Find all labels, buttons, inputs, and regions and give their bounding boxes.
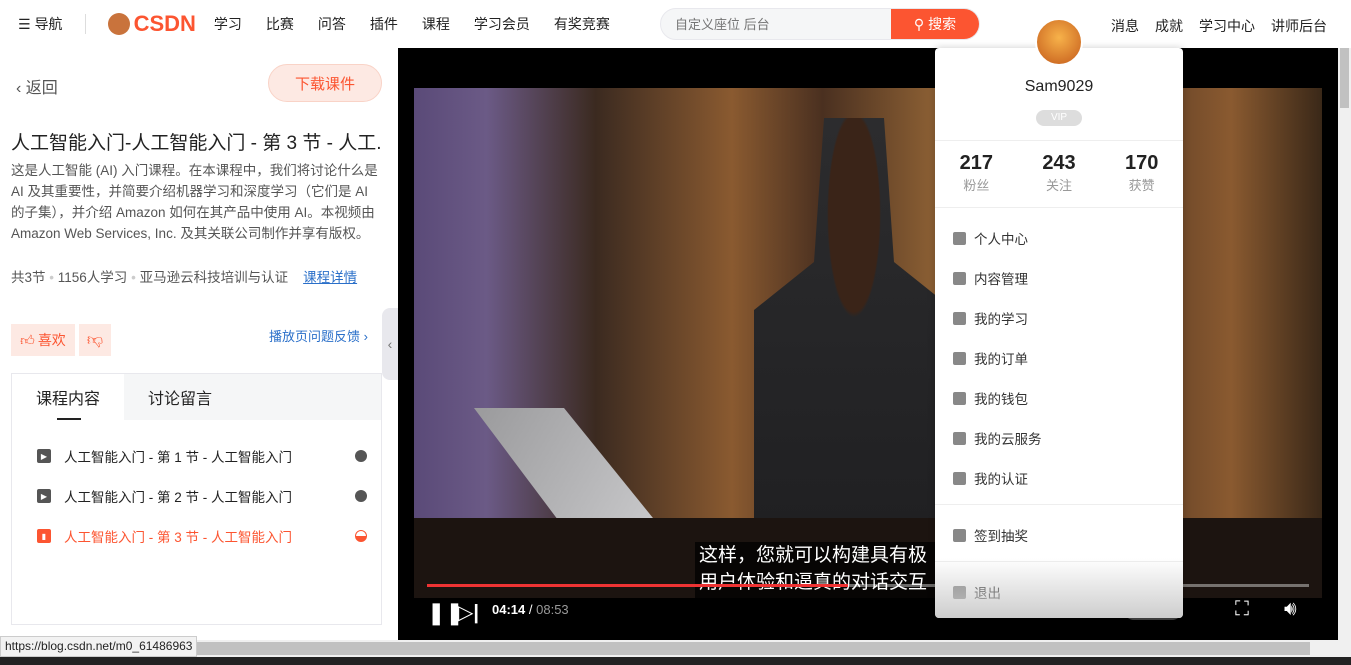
like-button[interactable]: 👍︎ 喜欢 xyxy=(11,324,75,356)
document-icon xyxy=(953,271,966,285)
lesson-item[interactable]: ▶ 人工智能入门 - 第 2 节 - 人工智能入门 xyxy=(37,486,367,506)
gift-icon xyxy=(953,528,966,542)
graduation-cap-icon xyxy=(953,311,966,325)
dropdown-fade xyxy=(935,558,1183,618)
menu-item-contest[interactable]: 比赛 xyxy=(266,14,294,34)
course-tabs: 课程内容 讨论留言 ▶ 人工智能入门 - 第 1 节 - 人工智能入门 ▶ 人工智能… xyxy=(11,373,382,625)
user-avatar[interactable] xyxy=(1035,18,1083,66)
download-materials-button[interactable]: 下载课件 xyxy=(268,64,382,102)
status-dot-icon xyxy=(355,450,367,462)
menu-item-prize[interactable]: 有奖竞赛 xyxy=(554,14,610,34)
wallet-icon xyxy=(953,391,966,405)
user-icon xyxy=(953,231,966,245)
next-icon[interactable]: ▷| xyxy=(458,600,479,625)
chevron-left-icon: ‹ xyxy=(387,336,393,352)
scrollbar-thumb[interactable] xyxy=(190,642,1310,655)
shield-icon xyxy=(953,471,966,485)
menu-profile[interactable]: 个人中心 xyxy=(953,228,1028,248)
search-input[interactable] xyxy=(661,9,881,39)
status-url: https://blog.csdn.net/m0_61486963 xyxy=(0,636,198,657)
menu-learning[interactable]: 我的学习 xyxy=(953,308,1028,328)
dislike-button[interactable]: 👎︎ xyxy=(79,324,111,356)
vip-badge: VIP xyxy=(1036,110,1082,126)
csdn-logo[interactable]: CSDN xyxy=(107,11,196,37)
search-icon: ⚲ xyxy=(913,15,925,32)
user-dropdown: Sam9029 VIP 217 粉丝 243 关注 170 获赞 个人中心 内容管理 … xyxy=(935,48,1183,618)
course-details-link[interactable]: 课程详情 xyxy=(303,270,357,285)
scrollbar-thumb[interactable] xyxy=(1340,48,1349,108)
play-icon: ▶ xyxy=(37,449,51,463)
menu-wallet[interactable]: 我的钱包 xyxy=(953,388,1028,408)
course-title: 人工智能入门-人工智能入门 - 第 3 节 - 人工... xyxy=(11,133,381,154)
instructor-link[interactable]: 讲师后台 xyxy=(1271,16,1327,36)
thumbs-down-icon: 👎︎ xyxy=(86,331,104,349)
menu-item-course[interactable]: 课程 xyxy=(422,14,450,34)
thumbs-up-icon: 👍︎ xyxy=(20,331,35,348)
playing-bars-icon: ▮ xyxy=(37,529,51,543)
player-controls: ❚❚ ▷| 04:14 / 08:53 2x ⛶ 🔊︎ xyxy=(398,598,1338,640)
play-icon: ▶ xyxy=(37,489,51,503)
course-meta: 共3节 • 1156人学习 • 亚马逊云科技培训与认证 课程详情 xyxy=(11,270,358,285)
fullscreen-icon[interactable]: ⛶ xyxy=(1235,598,1249,621)
lesson-item[interactable]: ▶ 人工智能入门 - 第 1 节 - 人工智能入门 xyxy=(37,446,367,466)
messages-link[interactable]: 消息 xyxy=(1111,16,1139,36)
order-icon xyxy=(953,351,966,365)
menu-cloud[interactable]: 我的云服务 xyxy=(953,428,1042,448)
username: Sam9029 xyxy=(1024,78,1094,95)
menu-content[interactable]: 内容管理 xyxy=(953,268,1028,288)
menu-certification[interactable]: 我的认证 xyxy=(953,468,1028,488)
video-player[interactable]: 这样，您就可以构建具有极 用户体验和逼真的对话交互 ❚❚ ▷| 04:14 / 0… xyxy=(398,48,1338,640)
menu-item-qa[interactable]: 问答 xyxy=(318,14,346,34)
status-dot-icon xyxy=(355,490,367,502)
tab-course-content[interactable]: 课程内容 xyxy=(12,374,124,420)
nav-menu-button[interactable]: ☰ 导航 xyxy=(18,14,63,34)
stat-fans[interactable]: 217 粉丝 xyxy=(935,152,1018,195)
achievements-link[interactable]: 成就 xyxy=(1155,16,1183,36)
search-box: ⚲搜索 xyxy=(660,8,980,40)
menu-lottery[interactable]: 签到抽奖 xyxy=(953,525,1028,545)
back-link[interactable]: ‹ 返回 xyxy=(16,74,58,98)
tab-discussion[interactable]: 讨论留言 xyxy=(124,374,236,420)
divider xyxy=(84,14,86,34)
monkey-logo-icon xyxy=(107,13,130,35)
progress-fill xyxy=(427,584,848,587)
video-frame[interactable] xyxy=(414,88,1322,598)
vertical-scrollbar[interactable] xyxy=(1338,48,1351,640)
stat-following[interactable]: 243 关注 xyxy=(1018,152,1101,195)
half-progress-icon xyxy=(355,530,367,542)
feedback-link[interactable]: 播放页问题反馈 › xyxy=(269,326,368,345)
subtitles: 这样，您就可以构建具有极 用户体验和逼真的对话交互 xyxy=(695,542,935,598)
cloud-service-icon xyxy=(953,431,966,445)
menu-item-membership[interactable]: 学习会员 xyxy=(474,14,530,34)
course-panel: ‹ 返回 下载课件 人工智能入门-人工智能入门 - 第 3 节 - 人工... … xyxy=(0,48,398,640)
stat-likes[interactable]: 170 获赞 xyxy=(1100,152,1183,195)
time-display: 04:14 / 08:53 xyxy=(492,602,569,617)
learning-center-link[interactable]: 学习中心 xyxy=(1199,16,1255,36)
menu-orders[interactable]: 我的订单 xyxy=(953,348,1028,368)
menu-item-study[interactable]: 学习 xyxy=(214,14,242,34)
menu-item-plugin[interactable]: 插件 xyxy=(370,14,398,34)
top-header: ☰导航 CSDN 学习 比赛 问答 插件 课程 学习会员 有奖竞赛 ⚲搜索 消息… xyxy=(0,0,1351,48)
collapse-panel-button[interactable]: ‹ xyxy=(382,308,398,380)
search-button[interactable]: ⚲ 搜索 xyxy=(891,9,979,39)
horizontal-scrollbar[interactable] xyxy=(0,640,1351,657)
menu-icon: ☰ xyxy=(18,15,31,32)
course-description: 这是人工智能 (AI) 入门课程。在本课程中，我们将讨论什么是 AI 及其重要性… xyxy=(11,163,378,241)
lesson-item-current[interactable]: ▮ 人工智能入门 - 第 3 节 - 人工智能入门 xyxy=(37,526,367,546)
volume-icon[interactable]: 🔊︎ xyxy=(1284,598,1297,621)
bottom-strip xyxy=(0,657,1351,665)
